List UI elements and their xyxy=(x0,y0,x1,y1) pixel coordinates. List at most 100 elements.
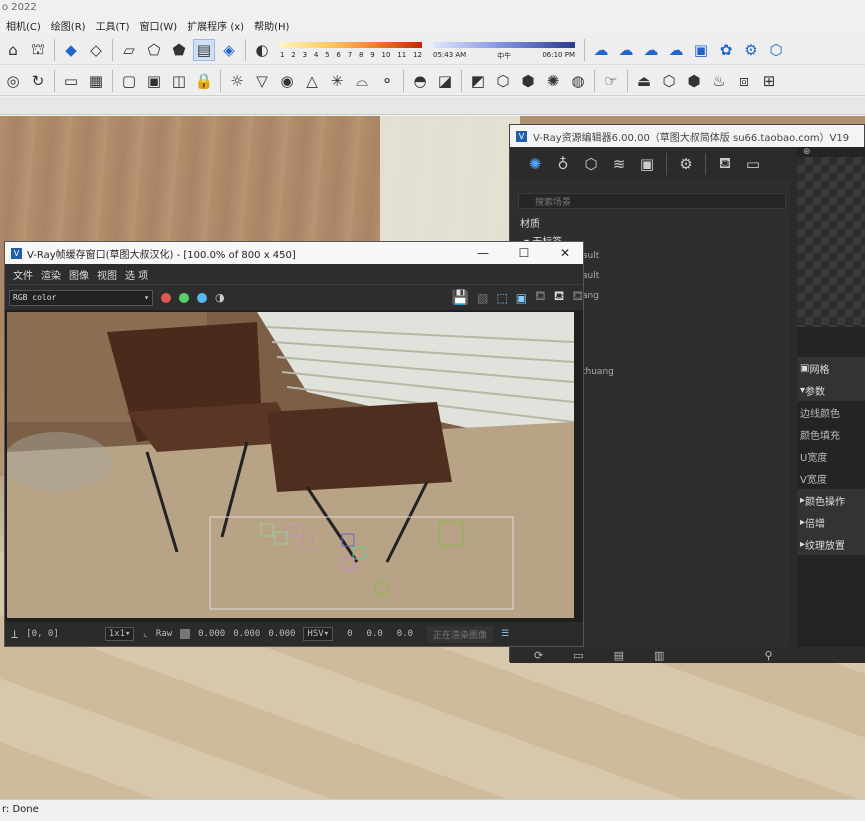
vfb-menu-options[interactable]: 选 项 xyxy=(125,267,148,282)
cube-wire-icon[interactable]: ⬡ xyxy=(492,70,514,92)
ies-light-icon[interactable]: ◉ xyxy=(276,70,298,92)
sphere-icon[interactable]: ◍ xyxy=(567,70,589,92)
menu-help[interactable]: 帮助(H) xyxy=(254,18,289,33)
fur-icon[interactable]: ✺ xyxy=(542,70,564,92)
cube-solid-icon[interactable]: ⬢ xyxy=(517,70,539,92)
frame-icon[interactable]: ▢ xyxy=(118,70,140,92)
lock-frame-icon[interactable]: 🔒 xyxy=(193,70,215,92)
channel-select[interactable]: RGB color ▾ xyxy=(9,289,153,306)
prop-color-fill[interactable]: 颜色填充 xyxy=(797,423,865,445)
menu-window[interactable]: 窗口(W) xyxy=(139,18,177,33)
shadow-icon[interactable]: ◐ xyxy=(251,39,273,61)
proxy-icon[interactable]: ◩ xyxy=(467,70,489,92)
materials-icon[interactable]: ✺ xyxy=(524,153,546,175)
scatter-icon[interactable]: ♨ xyxy=(708,70,730,92)
pixel-probe-icon[interactable]: ⊥ xyxy=(11,627,18,641)
vray-render-interactive-icon[interactable]: ☁ xyxy=(615,39,637,61)
spot-light-icon[interactable]: ▽ xyxy=(251,70,273,92)
image-frame-icon[interactable]: ◫ xyxy=(168,70,190,92)
omni-light-icon[interactable]: △ xyxy=(301,70,323,92)
decal-icon[interactable]: ⧈ xyxy=(733,70,755,92)
clipper-icon[interactable]: ⏏ xyxy=(633,70,655,92)
render-teapot-icon[interactable]: ⛾ xyxy=(535,289,546,306)
mesh-export-icon[interactable]: ◪ xyxy=(434,70,456,92)
prop-color-ops[interactable]: ▸ 颜色操作 xyxy=(797,489,865,511)
asset-search-input[interactable]: 搜索场景 xyxy=(518,193,786,209)
sphere-light-icon[interactable]: ☼ xyxy=(226,70,248,92)
dome-light-icon[interactable]: ◎ xyxy=(2,70,24,92)
material-item[interactable]: ault xyxy=(582,251,599,261)
render-teapot-icon[interactable]: ⛾ xyxy=(714,153,736,175)
lamp-icon[interactable]: ⌓ xyxy=(351,70,373,92)
red-channel-toggle[interactable] xyxy=(161,292,171,303)
color-space-select[interactable]: HSV ▾ xyxy=(303,627,334,641)
purge-icon[interactable]: ⚲ xyxy=(764,649,772,662)
xray-icon[interactable]: ▱ xyxy=(118,39,140,61)
home-icon[interactable]: ⌂ xyxy=(2,39,24,61)
clear-image-icon[interactable]: ▧ xyxy=(477,291,488,305)
alpha-channel-icon[interactable]: ◑ xyxy=(215,291,225,304)
rendering-button[interactable]: 正在渲染图像 xyxy=(427,625,494,643)
green-channel-toggle[interactable] xyxy=(179,292,189,303)
vray-settings-icon[interactable]: ⚙ xyxy=(740,39,762,61)
prop-multiply[interactable]: ▸ 倍增 xyxy=(797,511,865,533)
plane-light-icon[interactable]: ▭ xyxy=(60,70,82,92)
cube-outline-icon[interactable]: ◇ xyxy=(85,39,107,61)
curve-icon[interactable]: ⌞ xyxy=(142,629,147,639)
infinite-plane-icon[interactable]: ◓ xyxy=(409,70,431,92)
sun-light-icon[interactable]: ✳ xyxy=(326,70,348,92)
log-icon[interactable]: ☰ xyxy=(501,629,509,639)
region-render-icon[interactable]: ⬚ xyxy=(496,291,507,305)
settings-icon[interactable]: ⚙ xyxy=(675,153,697,175)
geometry-icon[interactable]: ⬡ xyxy=(580,153,602,175)
box-down-icon[interactable]: ⬢ xyxy=(683,70,705,92)
vray-cloud-batch-icon[interactable]: ☁ xyxy=(665,39,687,61)
prop-v-width[interactable]: V宽度 xyxy=(797,467,865,489)
monochrome-icon[interactable]: ◈ xyxy=(218,39,240,61)
material-item[interactable]: thuang xyxy=(582,367,614,377)
vray-lister-icon[interactable]: ⬡ xyxy=(765,39,787,61)
shadow-month-slider[interactable]: 1 2 3 4 5 6 7 8 9 10 11 12 xyxy=(276,39,426,61)
add-asset-icon[interactable]: ⟳ xyxy=(534,649,543,662)
open-folder-icon[interactable]: ▭ xyxy=(573,649,583,662)
material-item[interactable]: ault xyxy=(582,271,599,281)
vray-render-icon[interactable]: ☁ xyxy=(590,39,612,61)
shaded-icon[interactable]: ⬟ xyxy=(168,39,190,61)
textures-icon[interactable]: ▣ xyxy=(636,153,658,175)
track-mouse-icon[interactable]: ▣ xyxy=(516,291,527,305)
delete-icon[interactable]: ▥ xyxy=(654,649,664,662)
warehouse-icon[interactable]: ⛫ xyxy=(27,39,49,61)
menu-camera[interactable]: 相机(C) xyxy=(6,18,41,33)
vfb-menu-view[interactable]: 视图 xyxy=(97,267,117,282)
vfb-titlebar[interactable]: V V-Ray帧缓存窗口(草图大叔汉化) - [100.0% of 800 x … xyxy=(5,242,583,264)
grid-box-icon[interactable]: ⊞ xyxy=(758,70,780,92)
light-gen-icon[interactable]: ⚬ xyxy=(376,70,398,92)
menu-draw[interactable]: 绘图(R) xyxy=(51,18,86,33)
close-icon[interactable]: ✕ xyxy=(547,246,583,260)
save-icon[interactable]: ▤ xyxy=(614,649,624,662)
interactive-render-icon[interactable]: ⛾ xyxy=(554,289,565,306)
save-image-icon[interactable]: 💾 xyxy=(452,290,469,306)
minimize-icon[interactable]: — xyxy=(465,246,501,260)
preview-options-icon[interactable]: ⊕ xyxy=(803,147,811,157)
shadow-time-slider[interactable]: 05:43 AM 中午 06:10 PM xyxy=(429,39,579,61)
prop-grid[interactable]: ▣ 网格 xyxy=(797,357,865,379)
cube-shaded-icon[interactable]: ◆ xyxy=(60,39,82,61)
vray-cloud-icon[interactable]: ☁ xyxy=(640,39,662,61)
zoom-select[interactable]: 1x1 ▾ xyxy=(104,627,135,641)
asset-editor-titlebar[interactable]: V V-Ray资源编辑器6.00.00（草图大叔简体版 su66.taobao.… xyxy=(510,125,864,147)
wireframe-icon[interactable]: ⬠ xyxy=(143,39,165,61)
render-image[interactable] xyxy=(7,312,574,618)
refresh-icon[interactable]: ↻ xyxy=(27,70,49,92)
menu-extensions[interactable]: 扩展程序 (x) xyxy=(187,18,244,33)
camera-frame-icon[interactable]: ▣ xyxy=(143,70,165,92)
vray-asset-editor-icon[interactable]: ✿ xyxy=(715,39,737,61)
layers-icon[interactable]: ≋ xyxy=(608,153,630,175)
textured-icon[interactable]: ▤ xyxy=(193,38,215,61)
menu-tools[interactable]: 工具(T) xyxy=(96,18,130,33)
prop-params[interactable]: ▾ 参数 xyxy=(797,379,865,401)
frame-buffer-icon[interactable]: ▭ xyxy=(742,153,764,175)
vfb-menu-render[interactable]: 渲染 xyxy=(41,267,61,282)
vfb-menu-file[interactable]: 文件 xyxy=(13,267,33,282)
maximize-icon[interactable]: ☐ xyxy=(506,246,542,260)
